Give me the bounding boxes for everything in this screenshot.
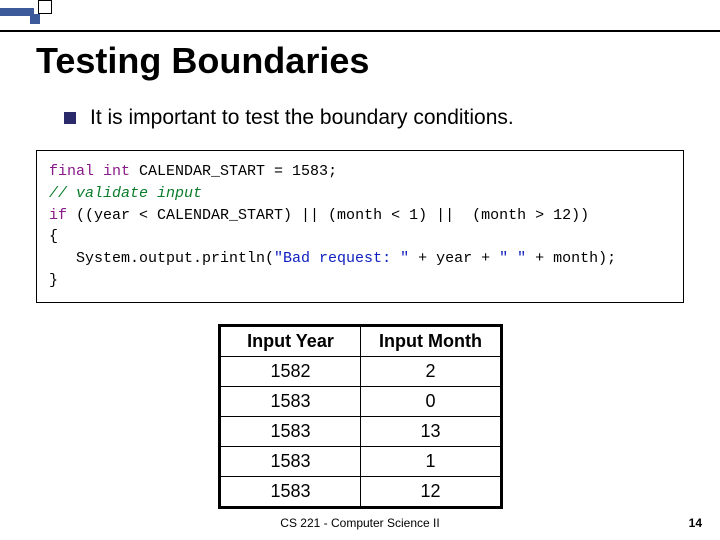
cell-month: 0: [361, 387, 501, 417]
code-text: CALENDAR_START = 1583;: [130, 163, 337, 180]
code-text: }: [49, 272, 58, 289]
code-text: ((year < CALENDAR_START) || (month < 1) …: [67, 207, 589, 224]
cell-year: 1583: [221, 477, 361, 507]
cell-month: 2: [361, 357, 501, 387]
code-text: {: [49, 228, 58, 245]
footer-text: CS 221 - Computer Science II: [0, 516, 720, 530]
bullet-item: It is important to test the boundary con…: [64, 106, 680, 130]
square-bullet-icon: [64, 112, 76, 124]
table-row: 1583 13: [221, 417, 501, 447]
code-comment: // validate input: [49, 185, 202, 202]
cell-year: 1583: [221, 387, 361, 417]
cell-month: 12: [361, 477, 501, 507]
code-block: final int CALENDAR_START = 1583; // vali…: [36, 150, 684, 303]
code-kw: final: [49, 163, 94, 180]
table-row: 1582 2: [221, 357, 501, 387]
page-number: 14: [689, 516, 702, 530]
table-row: 1583 0: [221, 387, 501, 417]
col-year: Input Year: [221, 327, 361, 357]
code-text: + year +: [409, 250, 499, 267]
page-title: Testing Boundaries: [36, 40, 369, 82]
title-underline: [0, 30, 720, 32]
table-row: 1583 1: [221, 447, 501, 477]
table-row: 1583 12: [221, 477, 501, 507]
cell-year: 1583: [221, 417, 361, 447]
code-kw: int: [94, 163, 130, 180]
table-header-row: Input Year Input Month: [221, 327, 501, 357]
cell-month: 13: [361, 417, 501, 447]
code-text: System.output.println(: [49, 250, 274, 267]
code-kw: if: [49, 207, 67, 224]
code-string: "Bad request: ": [274, 250, 409, 267]
cell-year: 1582: [221, 357, 361, 387]
cell-month: 1: [361, 447, 501, 477]
code-text: + month);: [526, 250, 616, 267]
code-string: " ": [499, 250, 526, 267]
cell-year: 1583: [221, 447, 361, 477]
boundary-table: Input Year Input Month 1582 2 1583 0 158…: [218, 324, 503, 509]
bullet-text: It is important to test the boundary con…: [90, 106, 514, 130]
col-month: Input Month: [361, 327, 501, 357]
